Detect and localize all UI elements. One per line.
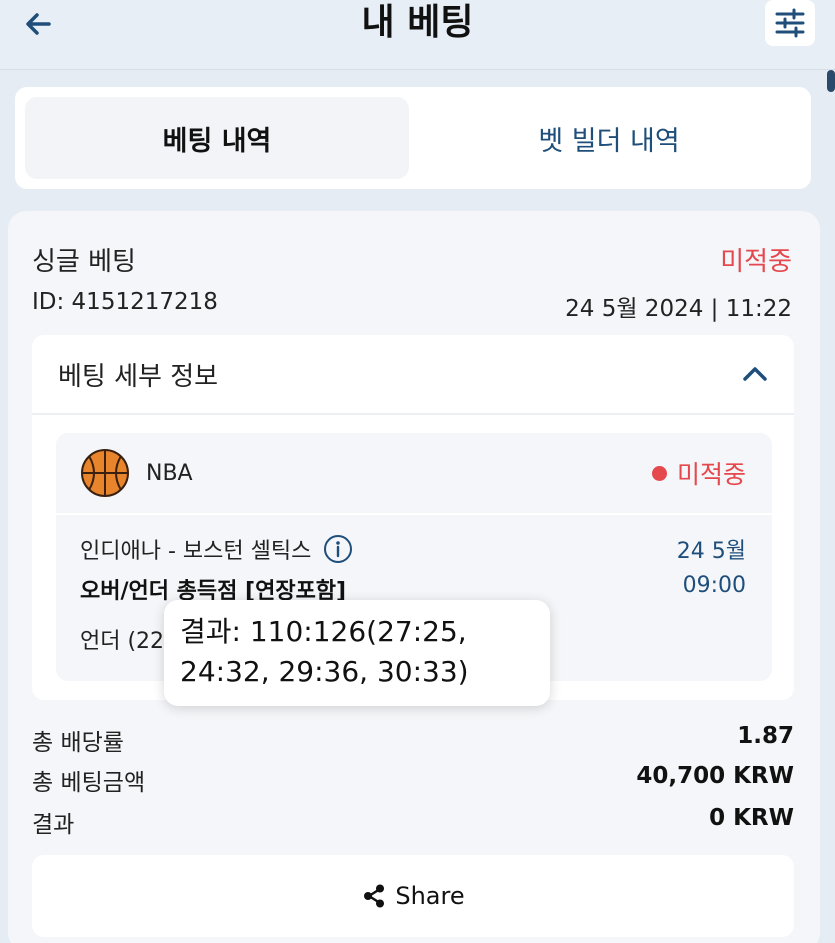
summary-result: 결과 0 KRW xyxy=(32,805,794,839)
share-label: Share xyxy=(395,882,465,910)
bet-type: 싱글 베팅 xyxy=(32,247,136,277)
chevron-up-icon xyxy=(742,366,768,382)
bet-card: 싱글 베팅 미적중 ID: 4151217218 24 5월 2024 | 11… xyxy=(8,211,820,943)
tooltip-line-2: 24:32, 29:36, 30:33) xyxy=(180,655,469,688)
bet-details-title: 베팅 세부 정보 xyxy=(58,361,219,392)
selection: 언더 (22 xyxy=(80,629,165,654)
tooltip-line-1: 결과: 110:126(27:25, xyxy=(180,615,467,648)
filter-button[interactable] xyxy=(765,0,815,46)
event-status: 미적중 xyxy=(651,455,746,491)
header: 내 베팅 xyxy=(0,0,835,70)
tab-bar: 베팅 내역 벳 빌더 내역 xyxy=(15,87,811,189)
page-title: 내 베팅 xyxy=(361,2,474,43)
event-status-label: 미적중 xyxy=(676,460,746,489)
match-row: 인디애나 - 보스턴 셀틱스 xyxy=(80,533,353,565)
event-date: 24 5월 xyxy=(676,539,746,564)
status-dot-icon xyxy=(651,465,667,481)
tab-bet-history[interactable]: 베팅 내역 xyxy=(25,97,409,179)
bet-datetime: 24 5월 2024 | 11:22 xyxy=(565,296,792,322)
share-button[interactable]: Share xyxy=(32,855,794,937)
stake-label: 총 베팅금액 xyxy=(32,770,146,796)
sliders-icon xyxy=(775,8,805,38)
bet-id: ID: 4151217218 xyxy=(32,289,218,315)
result-label: 결과 xyxy=(32,812,75,838)
basketball-icon xyxy=(81,449,129,497)
summary-odds: 총 배당률 1.87 xyxy=(32,723,794,757)
odds-label: 총 배당률 xyxy=(32,730,124,756)
bet-details-toggle[interactable]: 베팅 세부 정보 xyxy=(32,335,794,415)
share-icon xyxy=(364,884,385,908)
tab-bet-builder-history[interactable]: 벳 빌더 내역 xyxy=(417,97,801,179)
league-name: NBA xyxy=(146,460,193,486)
stake-value: 40,700 KRW xyxy=(636,763,794,789)
result-tooltip: 결과: 110:126(27:25, 24:32, 29:36, 30:33) xyxy=(164,600,550,706)
odds-value: 1.87 xyxy=(737,723,794,749)
summary-stake: 총 베팅금액 40,700 KRW xyxy=(32,763,794,797)
match-name: 인디애나 - 보스턴 셀틱스 xyxy=(80,539,312,564)
info-icon[interactable] xyxy=(323,534,353,564)
bet-status: 미적중 xyxy=(720,247,792,277)
scrollbar-thumb[interactable] xyxy=(827,70,835,92)
event-header: NBA 미적중 xyxy=(56,433,772,515)
result-value: 0 KRW xyxy=(709,805,794,831)
event-time: 09:00 xyxy=(682,573,746,598)
